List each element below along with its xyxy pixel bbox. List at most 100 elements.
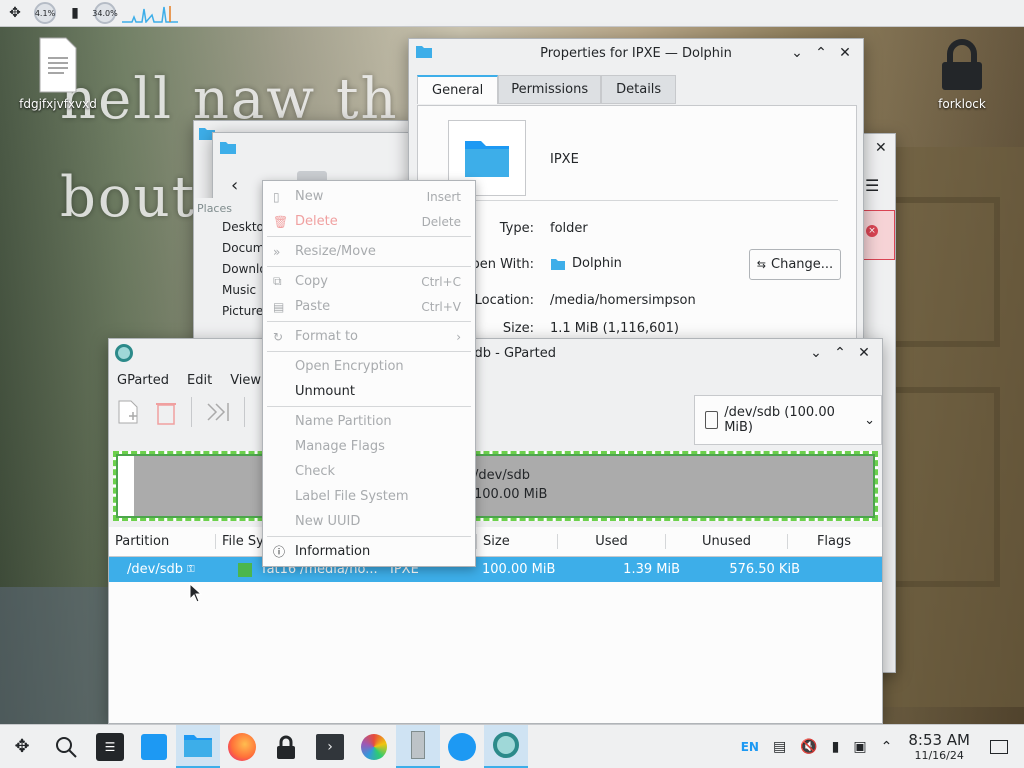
- clipboard-icon[interactable]: ▤: [773, 739, 786, 755]
- col-used[interactable]: Used: [558, 534, 666, 549]
- table-row[interactable]: /dev/sdb ⚿ fat16 /media/ho... IPXE 100.0…: [109, 557, 882, 582]
- resize-move-icon[interactable]: [204, 398, 232, 426]
- maximize-button[interactable]: ⌃: [828, 342, 852, 364]
- menu-item-name-partition[interactable]: Name Partition: [263, 409, 475, 434]
- menu-item-delete[interactable]: 🗑 Delete Delete: [263, 209, 475, 234]
- menu-item-unmount[interactable]: Unmount: [263, 379, 475, 404]
- firefox-icon[interactable]: [220, 725, 264, 768]
- chevron-up-icon[interactable]: ⌃: [881, 739, 893, 755]
- konsole-icon[interactable]: ›: [308, 725, 352, 768]
- system-settings-icon[interactable]: ☰: [88, 725, 132, 768]
- clock-date: 11/16/24: [914, 749, 964, 762]
- location-value: /media/homersimpson: [550, 293, 696, 308]
- delete-partition-icon[interactable]: [153, 398, 179, 426]
- network-graph[interactable]: [120, 0, 180, 27]
- hamburger-menu-icon[interactable]: ☰: [865, 176, 879, 195]
- menu-item-check[interactable]: Check: [263, 459, 475, 484]
- menu-item-copy[interactable]: ⧉ Copy Ctrl+C: [263, 269, 475, 294]
- back-button[interactable]: ‹: [231, 175, 238, 196]
- app-launcher-icon[interactable]: ✥: [0, 725, 44, 768]
- memory-monitor[interactable]: 34.0%: [90, 0, 120, 27]
- network-tool-icon[interactable]: [440, 725, 484, 768]
- gparted-title: /dev/sdb - GParted: [435, 345, 556, 361]
- close-button[interactable]: ✕: [852, 342, 876, 364]
- firefox-logo-icon: [228, 732, 256, 761]
- volume-muted-icon[interactable]: 🔇: [800, 739, 817, 755]
- change-button[interactable]: ⇆ Change...: [749, 249, 841, 280]
- new-partition-icon[interactable]: [115, 398, 141, 426]
- dolphin-taskbar-icon[interactable]: [176, 724, 220, 768]
- row-partition-value: /dev/sdb: [127, 562, 183, 577]
- tab-permissions[interactable]: Permissions: [498, 75, 602, 104]
- gparted-titlebar: /dev/sdb - GParted ⌄ ⌃ ✕: [109, 339, 882, 367]
- cpu-monitor[interactable]: 4.1%: [30, 0, 60, 27]
- archive-icon[interactable]: [396, 724, 440, 768]
- menu-separator: [267, 236, 471, 237]
- desktop-lock-shortcut[interactable]: forklock: [922, 36, 1002, 111]
- row-size: 100.00 MiB: [482, 562, 556, 577]
- col-unused[interactable]: Unused: [666, 534, 788, 549]
- gparted-taskbar-icon[interactable]: [484, 724, 528, 768]
- terminal-icon: ›: [316, 733, 344, 760]
- menu-item-information[interactable]: ⓘ Information: [263, 539, 475, 564]
- menu-item-paste[interactable]: ▤ Paste Ctrl+V: [263, 294, 475, 319]
- tab-details[interactable]: Details: [601, 75, 677, 104]
- resize-icon: »: [273, 244, 281, 259]
- menu-item-label-file-system[interactable]: Label File System: [263, 484, 475, 509]
- menu-edit[interactable]: Edit: [187, 373, 212, 388]
- maximize-button[interactable]: ⌃: [809, 42, 833, 64]
- copy-icon: ⧉: [273, 274, 282, 288]
- memory-gauge: 34.0%: [92, 2, 118, 24]
- dolphin-icon: [551, 258, 565, 270]
- folder-icon: [219, 139, 237, 159]
- size-value: 1.1 MiB (1,116,601): [550, 321, 679, 336]
- row-partition: /dev/sdb ⚿: [109, 562, 216, 577]
- gparted-window: /dev/sdb - GParted ⌄ ⌃ ✕ GParted Edit Vi…: [108, 338, 883, 724]
- menu-item-open-encryption[interactable]: Open Encryption: [263, 354, 475, 379]
- close-button[interactable]: ✕: [833, 42, 857, 64]
- change-button-label: Change...: [771, 257, 834, 272]
- places-header: Places: [197, 202, 232, 215]
- minimize-button[interactable]: ⌄: [785, 42, 809, 64]
- settings-sliders-icon: ☰: [96, 732, 124, 761]
- desktop-file-label: fdgjfxjvfxvxd: [19, 97, 97, 111]
- tab-general[interactable]: General: [417, 75, 499, 104]
- lock-screen-icon[interactable]: [264, 725, 308, 768]
- color-picker-icon[interactable]: [352, 725, 396, 768]
- top-panel: ✥ 4.1% ▮ 34.0%: [0, 0, 1024, 27]
- info-icon: ⓘ: [273, 545, 286, 559]
- minimize-button[interactable]: ⌄: [804, 342, 828, 364]
- network-icon[interactable]: ▣: [853, 739, 866, 755]
- usb-icon[interactable]: ▮: [60, 0, 90, 27]
- show-desktop-icon[interactable]: [990, 739, 1008, 754]
- menu-item-format-to[interactable]: ↻ Format to ›: [263, 324, 475, 349]
- wallpaper-text-line2: bout: [60, 165, 197, 230]
- menu-gparted[interactable]: GParted: [117, 373, 169, 388]
- menu-view[interactable]: View: [230, 373, 261, 388]
- mounted-key-icon: ⚿: [186, 564, 195, 575]
- device-selector[interactable]: /dev/sdb (100.00 MiB) ⌄: [694, 395, 882, 445]
- menu-item-manage-flags[interactable]: Manage Flags: [263, 434, 475, 459]
- partition-map[interactable]: /dev/sdb 100.00 MiB: [113, 451, 878, 521]
- menu-item-new[interactable]: ▯ New Insert: [263, 184, 475, 209]
- folder-icon: [184, 735, 212, 757]
- col-partition[interactable]: Partition: [109, 534, 216, 549]
- taskbar: ✥ ☰ › EN ▤ 🔇 ▮ ▣ ⌃ 8:53 AM 11/16/24: [0, 724, 1024, 768]
- menu-item-resize-move[interactable]: » Resize/Move: [263, 239, 475, 264]
- clock[interactable]: 8:53 AM 11/16/24: [908, 731, 970, 762]
- app-launcher-icon[interactable]: ✥: [0, 0, 30, 27]
- menu-item-new-uuid[interactable]: New UUID: [263, 509, 475, 534]
- discover-store-icon[interactable]: [132, 725, 176, 768]
- close-icon[interactable]: ✕: [875, 140, 887, 156]
- col-size[interactable]: Size: [476, 534, 558, 549]
- keyboard-layout[interactable]: EN: [741, 740, 759, 754]
- menu-separator: [267, 406, 471, 407]
- divider: [438, 200, 838, 201]
- usb-icon[interactable]: ▮: [832, 739, 840, 755]
- network-graph-icon: [122, 6, 178, 23]
- search-icon[interactable]: [44, 725, 88, 768]
- toolbar-separator: [244, 397, 245, 427]
- partition-map-label: /dev/sdb: [474, 468, 530, 483]
- desktop-file-icon[interactable]: fdgjfxjvfxvxd: [18, 36, 98, 111]
- col-flags[interactable]: Flags: [788, 534, 880, 549]
